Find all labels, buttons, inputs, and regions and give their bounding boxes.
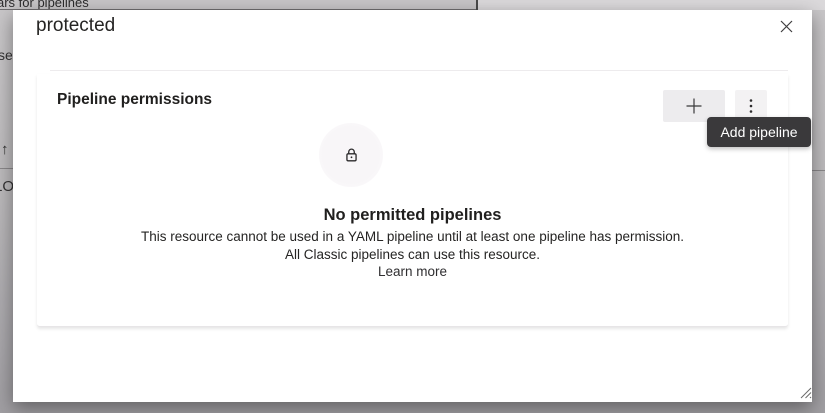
kebab-icon <box>748 98 754 114</box>
add-pipeline-tooltip: Add pipeline <box>707 117 811 147</box>
empty-state-description: This resource cannot be used in a YAML p… <box>13 228 812 281</box>
resize-grip-icon[interactable] <box>797 384 813 400</box>
background-page-strip: ars for pipelines <box>0 0 476 10</box>
background-row-divider <box>812 170 825 171</box>
background-page-strip-right <box>477 0 825 10</box>
background-partial-text: LO <box>0 178 13 195</box>
description-line-2: All Classic pipelines can use this resou… <box>13 246 812 264</box>
close-button[interactable] <box>776 16 796 36</box>
background-partial-text: ↑ <box>1 141 13 158</box>
background-column-divider <box>476 0 478 10</box>
plus-icon <box>685 97 703 115</box>
empty-state-badge <box>319 123 383 187</box>
learn-more-link[interactable]: Learn more <box>378 263 447 281</box>
tooltip-label: Add pipeline <box>720 124 797 140</box>
background-partial-text: ars for pipelines <box>0 0 89 10</box>
lock-icon <box>343 147 360 164</box>
background-row-divider <box>0 168 13 169</box>
empty-state-title: No permitted pipelines <box>13 206 812 225</box>
header-divider <box>50 70 788 71</box>
description-line-1: This resource cannot be used in a YAML p… <box>13 228 812 246</box>
dialog-title: protected <box>36 15 115 37</box>
close-icon <box>779 19 794 34</box>
background-partial-text: se <box>0 47 12 63</box>
screen: ars for pipelines se ↑ LO protected Pipe… <box>0 0 825 413</box>
panel-heading: Pipeline permissions <box>57 91 212 109</box>
